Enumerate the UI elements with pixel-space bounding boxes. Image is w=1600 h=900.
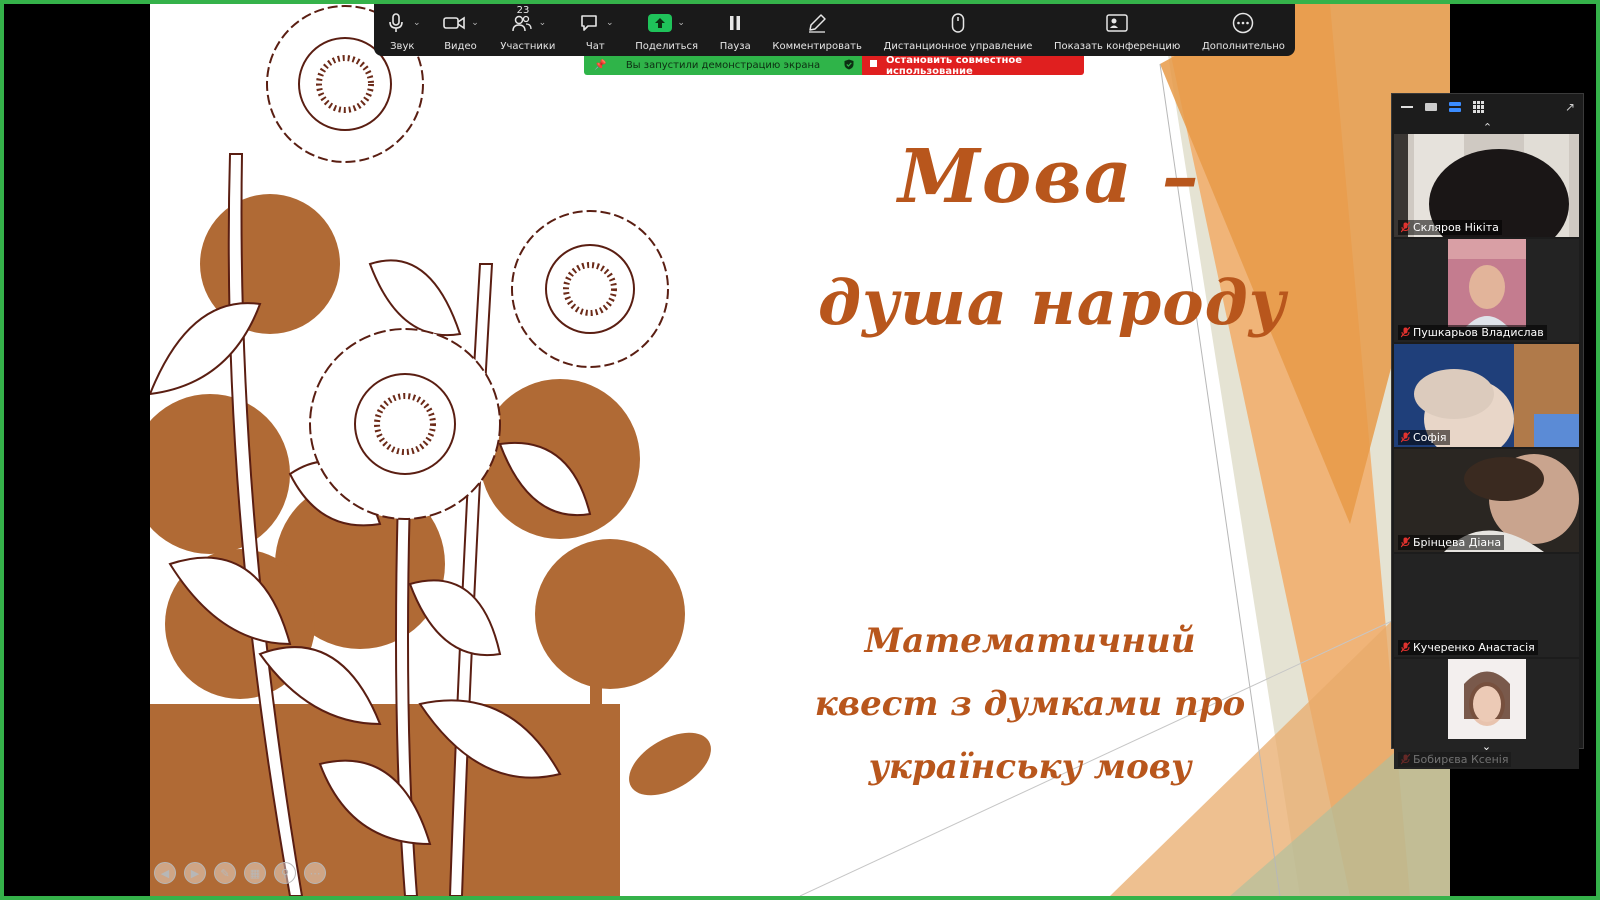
stop-icon [870, 60, 877, 67]
share-label: Поделиться [635, 41, 699, 52]
participants-label: Участники [500, 41, 556, 52]
audio-label: Звук [390, 41, 415, 52]
participant-name: Бобирєва Ксенія [1413, 753, 1509, 766]
slide-controls: ◀ ▶ ✎ ▦ ⚲ ⋯ [154, 862, 326, 884]
chevron-down-icon[interactable]: ⌄ [606, 18, 614, 28]
scroll-down-icon[interactable]: ⌄ [1394, 740, 1579, 753]
stop-share-text: Остановить совместное использование [886, 54, 1023, 77]
strip-view-icon[interactable] [1448, 101, 1462, 113]
expand-icon[interactable]: ↗ [1565, 100, 1575, 114]
show-meeting-button[interactable]: Показать конференцию [1054, 3, 1180, 56]
pause-icon [723, 11, 747, 35]
shared-slide: Мова – душа народу Математичний квест з … [150, 4, 1450, 896]
more-icon [1231, 11, 1255, 35]
participant-name: Скляров Нікіта [1413, 221, 1499, 234]
participant-name-tag: Бобирєва Ксенія [1398, 752, 1512, 767]
remote-control-button[interactable]: Дистанционное управление [883, 3, 1033, 56]
more-button[interactable]: Дополнительно [1202, 3, 1285, 56]
video-button[interactable]: ⌄ Видео [442, 3, 479, 56]
sunflower-head-right [511, 210, 669, 368]
minimize-icon[interactable] [1400, 101, 1414, 113]
chevron-down-icon[interactable]: ⌄ [471, 18, 479, 28]
zoom-icon[interactable]: ⚲ [274, 862, 296, 884]
participant-name-tag: Скляров Нікіта [1398, 220, 1502, 235]
grid-view-icon[interactable] [1472, 101, 1486, 113]
chevron-down-icon[interactable]: ⌄ [413, 18, 421, 28]
participant-tile[interactable]: Брінцева Діана [1394, 449, 1579, 552]
participants-video-panel: ↗ ⌃ Скляров Нікіта Пушкарьов Владислав С… [1391, 93, 1584, 769]
participant-name-tag: Софія [1398, 430, 1450, 445]
audio-button[interactable]: ⌄ Звук [384, 3, 421, 56]
scroll-up-icon[interactable]: ⌃ [1392, 120, 1583, 134]
muted-microphone-icon [1400, 753, 1411, 765]
pause-share-button[interactable]: Пауза [720, 3, 751, 56]
muted-microphone-icon [1400, 641, 1411, 653]
participant-tile[interactable]: Бобирєва Ксенія ⌄ [1394, 659, 1579, 769]
previous-slide-icon[interactable]: ◀ [154, 862, 176, 884]
participant-name-tag: Пушкарьов Владислав [1398, 325, 1547, 340]
video-label: Видео [444, 41, 477, 52]
muted-microphone-icon [1400, 326, 1411, 338]
participant-name: Кучеренко Анастасія [1413, 641, 1535, 654]
pause-label: Пауза [719, 41, 751, 52]
show-meeting-icon [1105, 11, 1129, 35]
participant-tile[interactable]: Софія [1394, 344, 1579, 447]
sharing-indicator[interactable]: 📌 Вы запустили демонстрацию экрана [584, 56, 862, 75]
participants-count: 23 [516, 5, 530, 16]
mouse-icon [946, 11, 970, 35]
microphone-icon [384, 11, 408, 35]
sunflower-head-center [309, 328, 501, 520]
pin-icon: 📌 [594, 60, 607, 71]
meeting-toolbar: ⌄ Звук ⌄ Видео ⌄ 23 Участники ⌄ Чат ⌄ По… [374, 3, 1295, 56]
shield-check-icon [844, 59, 854, 73]
chat-button[interactable]: ⌄ Чат [577, 3, 614, 56]
annotate-label: Комментировать [772, 41, 862, 52]
participant-name: Софія [1413, 431, 1447, 444]
participant-name: Брінцева Діана [1413, 536, 1502, 549]
participants-button[interactable]: ⌄ 23 Участники [500, 3, 555, 56]
chevron-down-icon[interactable]: ⌄ [539, 18, 547, 28]
single-view-icon[interactable] [1424, 101, 1438, 113]
share-screen-button[interactable]: ⌄ Поделиться [635, 3, 698, 56]
participant-tile[interactable]: Пушкарьов Владислав [1394, 239, 1579, 342]
show-meeting-label: Показать конференцию [1053, 41, 1181, 52]
slide-background-art [150, 4, 1450, 896]
muted-microphone-icon [1400, 431, 1411, 443]
chat-icon [577, 11, 601, 35]
participant-name-tag: Кучеренко Анастасія [1398, 640, 1538, 655]
annotate-button[interactable]: Комментировать [772, 3, 862, 56]
camera-icon [442, 11, 466, 35]
share-status-bar: 📌 Вы запустили демонстрацию экрана Остан… [584, 54, 1084, 77]
more-label: Дополнительно [1201, 41, 1285, 52]
chevron-down-icon[interactable]: ⌄ [677, 18, 685, 28]
participant-name: Пушкарьов Владислав [1413, 326, 1544, 339]
participant-tile[interactable]: Кучеренко Анастасія [1394, 554, 1579, 657]
participant-tile[interactable]: Скляров Нікіта [1394, 134, 1579, 237]
slide-title-line-2: душа народу [818, 266, 1287, 339]
pencil-icon [805, 11, 829, 35]
sharing-text: Вы запустили демонстрацию экрана [625, 60, 821, 71]
slide-title-line-1: Мова – [898, 134, 1201, 220]
chat-label: Чат [585, 41, 605, 52]
remote-control-label: Дистанционное управление [883, 41, 1033, 52]
slides-grid-icon[interactable]: ▦ [244, 862, 266, 884]
slide-subtitle: Математичний квест з думками про українс… [814, 621, 1246, 787]
panel-view-bar: ↗ [1392, 94, 1583, 120]
muted-microphone-icon [1400, 536, 1411, 548]
participant-name-tag: Брінцева Діана [1398, 535, 1505, 550]
muted-microphone-icon [1400, 221, 1411, 233]
more-options-icon[interactable]: ⋯ [304, 862, 326, 884]
share-screen-icon [648, 11, 673, 35]
next-slide-icon[interactable]: ▶ [184, 862, 206, 884]
pen-icon[interactable]: ✎ [214, 862, 236, 884]
stop-share-button[interactable]: Остановить совместное использование [862, 54, 1084, 77]
